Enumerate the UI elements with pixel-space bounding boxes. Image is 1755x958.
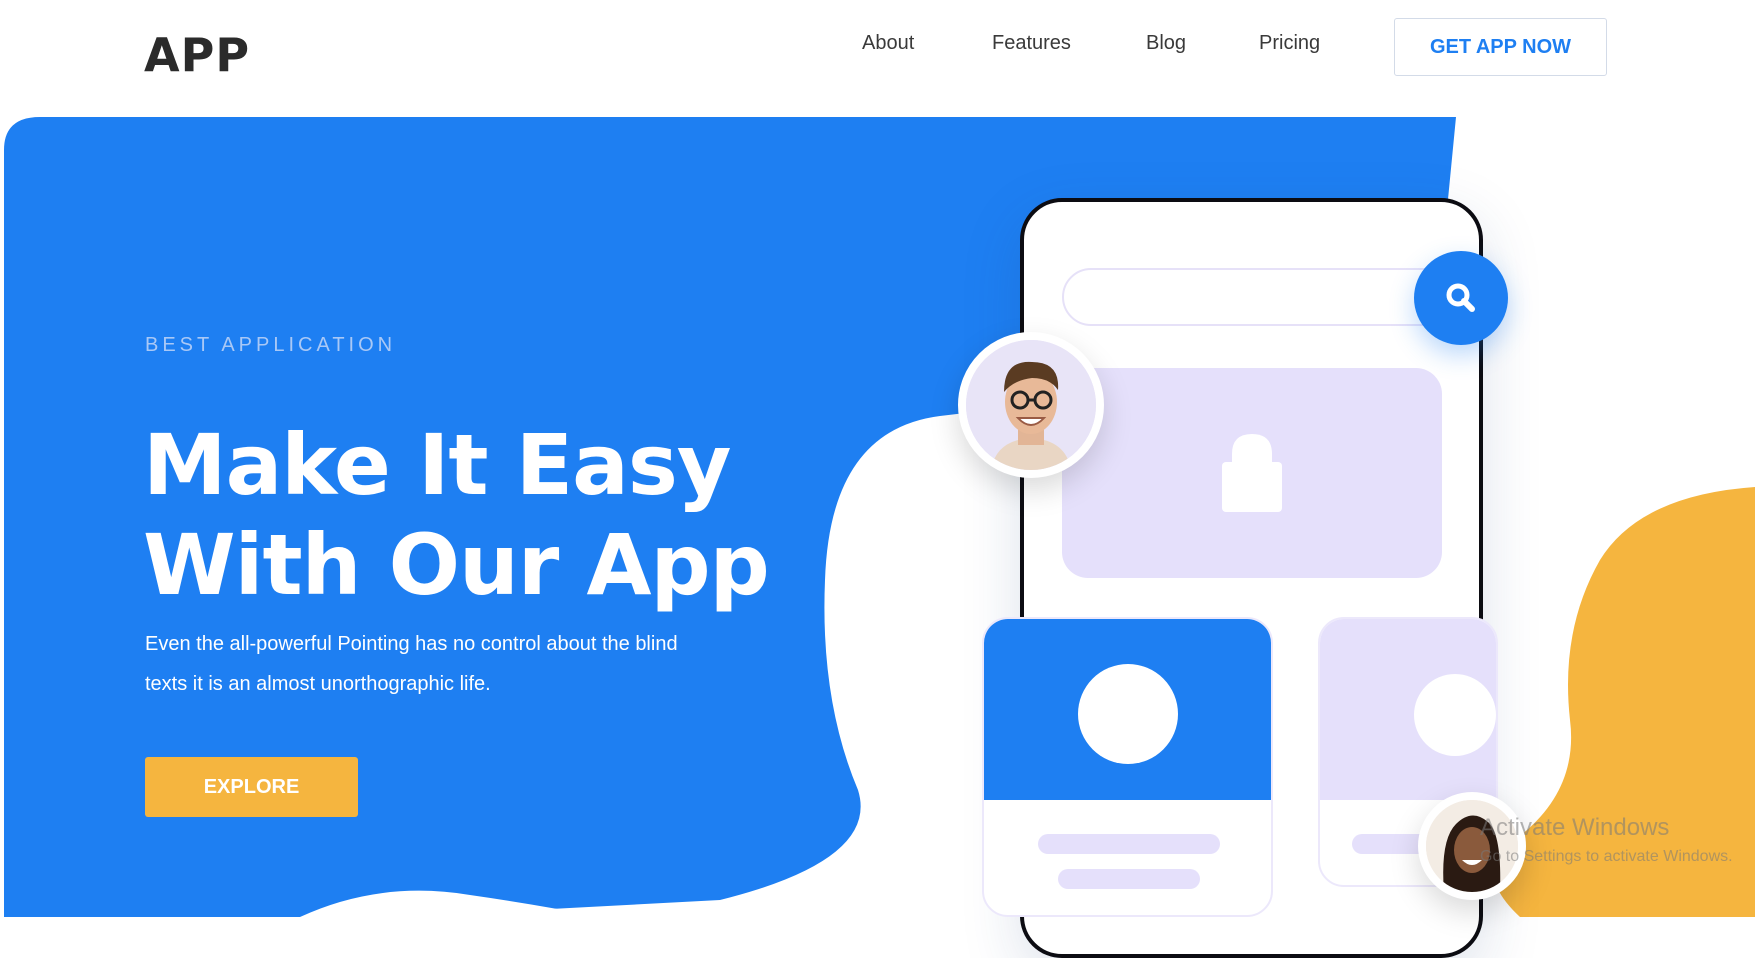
nav-about[interactable]: About	[862, 32, 914, 55]
avatar-woman	[1418, 792, 1526, 900]
headline-line-1: Make It Easy	[143, 416, 732, 514]
avatar-man	[958, 332, 1104, 478]
headline-line-2: With Our App	[143, 516, 770, 614]
man-portrait	[966, 340, 1096, 470]
lock-icon	[1222, 434, 1282, 512]
hero-description: Even the all-powerful Pointing has no co…	[145, 624, 745, 704]
explore-button[interactable]: EXPLORE	[145, 757, 358, 817]
description-line-2: texts it is an almost unorthographic lif…	[145, 673, 491, 695]
nav-features[interactable]: Features	[992, 32, 1071, 55]
search-button[interactable]	[1414, 251, 1508, 345]
hero-headline: Make It Easy With Our App	[143, 415, 843, 615]
profile-secondary-avatar-placeholder	[1414, 674, 1496, 756]
phone-search-bar[interactable]	[1062, 268, 1467, 326]
nav-pricing[interactable]: Pricing	[1259, 32, 1320, 55]
profile-card	[982, 617, 1273, 917]
hero-eyebrow: BEST APPLICATION	[145, 334, 397, 356]
profile-line-2	[1058, 869, 1200, 889]
logo[interactable]: APP	[144, 28, 250, 82]
profile-avatar-placeholder	[1078, 664, 1178, 764]
get-app-button[interactable]: GET APP NOW	[1394, 18, 1607, 76]
profile-line-1	[1038, 834, 1220, 854]
search-icon	[1446, 283, 1475, 312]
description-line-1: Even the all-powerful Pointing has no co…	[145, 633, 678, 655]
nav-blog[interactable]: Blog	[1146, 32, 1186, 55]
windows-watermark-title: Activate Windows	[1480, 814, 1670, 841]
windows-watermark-subtitle: Go to Settings to activate Windows.	[1480, 848, 1733, 865]
